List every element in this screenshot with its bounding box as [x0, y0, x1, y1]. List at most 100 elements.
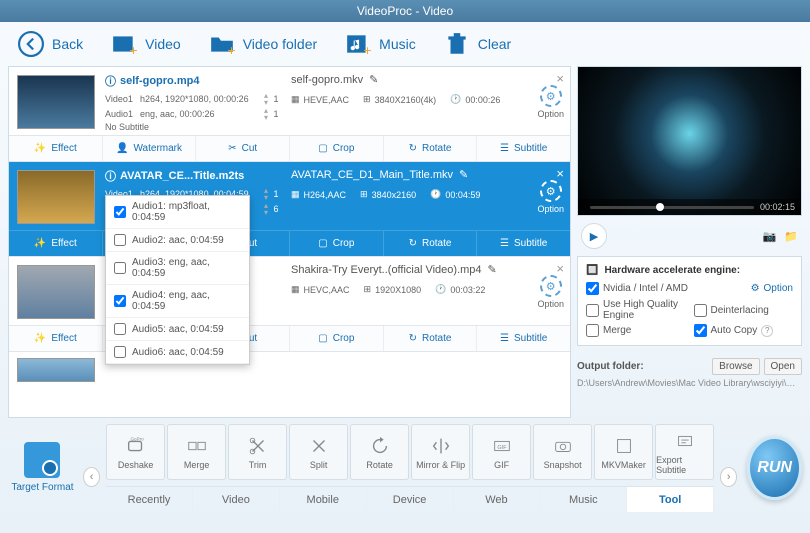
app-title: VideoProc - Video: [357, 4, 453, 18]
effect-button[interactable]: ✨Effect: [9, 136, 103, 161]
target-format-icon: [24, 442, 60, 478]
output-name: self-gopro.mkv: [291, 74, 363, 86]
stepper[interactable]: ▴▾: [261, 187, 271, 201]
rotate-button[interactable]: ↻Rotate: [384, 231, 478, 256]
crop-button[interactable]: ▢Crop: [290, 136, 384, 161]
crop-button[interactable]: ▢Crop: [290, 326, 384, 351]
run-button[interactable]: RUN: [747, 436, 802, 500]
rotate-button[interactable]: ↻Rotate: [384, 136, 478, 161]
preview-image: [578, 67, 801, 215]
play-button[interactable]: ▶: [581, 223, 607, 249]
codec-icon: ▦: [291, 94, 300, 105]
tool-rotate[interactable]: Rotate: [350, 424, 409, 480]
hardware-panel: 🔲Hardware accelerate engine: Nvidia / In…: [577, 256, 802, 346]
add-music-button[interactable]: + Music: [345, 31, 416, 57]
tool-export-subtitle[interactable]: Export Subtitle: [655, 424, 714, 480]
dropdown-item[interactable]: Audio5: aac, 0:04:59: [106, 318, 249, 341]
tab-music[interactable]: Music: [540, 487, 627, 512]
help-icon[interactable]: ?: [761, 325, 773, 337]
crop-button[interactable]: ▢Crop: [290, 231, 384, 256]
hw-option-button[interactable]: ⚙ Option: [751, 283, 793, 294]
tab-web[interactable]: Web: [454, 487, 541, 512]
camera-icon[interactable]: 📷: [763, 230, 777, 243]
merge-checkbox[interactable]: Merge: [586, 324, 686, 337]
add-video-button[interactable]: + Video: [111, 31, 181, 57]
gear-icon: ⚙: [540, 275, 562, 297]
hq-checkbox[interactable]: Use High Quality Engine: [586, 299, 686, 321]
cut-button[interactable]: ✂Cut: [196, 136, 290, 161]
stepper[interactable]: ▴▾: [261, 92, 271, 106]
add-folder-button[interactable]: + Video folder: [209, 31, 317, 57]
output-folder-label: Output folder:: [577, 361, 644, 372]
target-format[interactable]: Target Format: [8, 420, 77, 493]
thumbnail: [17, 170, 95, 224]
trash-icon: [444, 31, 470, 57]
seek-bar[interactable]: [590, 206, 754, 209]
tab-recently[interactable]: Recently: [106, 487, 193, 512]
tool-deshake[interactable]: GoProDeshake: [106, 424, 165, 480]
title-bar: VideoProc - Video: [0, 0, 810, 22]
list-item-selected[interactable]: × ⓘAVATAR_CE...Title.m2ts Video1h264, 19…: [9, 162, 570, 257]
dropdown-item[interactable]: Audio4: eng, aac, 0:04:59: [106, 285, 249, 318]
open-button[interactable]: Open: [764, 358, 802, 375]
deinterlace-checkbox[interactable]: Deinterlacing: [694, 299, 794, 321]
rotate-button[interactable]: ↻Rotate: [384, 326, 478, 351]
toolbar: Back + Video + Video folder + Music Clea…: [0, 22, 810, 66]
prev-button[interactable]: ‹: [83, 467, 100, 487]
subtitle-button[interactable]: ☰Subtitle: [477, 326, 570, 351]
stepper[interactable]: ▴▾: [261, 107, 271, 121]
autocopy-checkbox[interactable]: Auto Copy ?: [694, 324, 794, 337]
music-icon: +: [345, 31, 371, 57]
resolution-icon: ⊞: [363, 94, 371, 105]
codec-option[interactable]: ⚙Option: [537, 180, 564, 214]
source-name: self-gopro.mp4: [120, 75, 199, 87]
tool-mirror[interactable]: Mirror & Flip: [411, 424, 470, 480]
tool-snapshot[interactable]: Snapshot: [533, 424, 592, 480]
codec-option[interactable]: ⚙Option: [537, 275, 564, 309]
tab-device[interactable]: Device: [367, 487, 454, 512]
svg-text:+: +: [130, 42, 138, 57]
svg-text:GIF: GIF: [497, 444, 507, 450]
subtitle-button[interactable]: ☰Subtitle: [477, 136, 570, 161]
dropdown-item[interactable]: Audio1: mp3float, 0:04:59: [106, 196, 249, 229]
edit-icon[interactable]: ✎: [369, 73, 378, 86]
category-tabs: Recently Video Mobile Device Web Music T…: [106, 486, 714, 512]
effect-button[interactable]: ✨Effect: [9, 231, 103, 256]
list-item[interactable]: × ⓘself-gopro.mp4 Video1h264, 1920*1080,…: [9, 67, 570, 162]
back-button[interactable]: Back: [18, 31, 83, 57]
tool-mkvmaker[interactable]: MKVMaker: [594, 424, 653, 480]
folder-icon: +: [209, 31, 235, 57]
toolbox-row: GoProDeshake Merge Trim Split Rotate Mir…: [106, 420, 714, 482]
chip-icon: 🔲: [586, 265, 598, 276]
watermark-button[interactable]: 👤Watermark: [103, 136, 197, 161]
tool-merge[interactable]: Merge: [167, 424, 226, 480]
tab-video[interactable]: Video: [193, 487, 280, 512]
dropdown-item[interactable]: Audio6: aac, 0:04:59: [106, 341, 249, 364]
clear-button[interactable]: Clear: [444, 31, 511, 57]
output-name: Shakira-Try Everyt..(official Video).mp4: [291, 264, 482, 276]
audio-dropdown[interactable]: Audio1: mp3float, 0:04:59 Audio2: aac, 0…: [105, 195, 250, 365]
edit-icon[interactable]: ✎: [459, 168, 468, 181]
list-item[interactable]: × Shakira-Try Everyt..(official Video).m…: [9, 257, 570, 352]
vendor-checkbox[interactable]: Nvidia / Intel / AMD: [586, 282, 688, 295]
folder-icon[interactable]: 📁: [784, 230, 798, 243]
tab-mobile[interactable]: Mobile: [280, 487, 367, 512]
tool-trim[interactable]: Trim: [228, 424, 287, 480]
tool-gif[interactable]: GIFGIF: [472, 424, 531, 480]
info-icon: ⓘ: [105, 168, 116, 184]
dropdown-item[interactable]: Audio3: eng, aac, 0:04:59: [106, 252, 249, 285]
browse-button[interactable]: Browse: [712, 358, 759, 375]
thumbnail: [17, 358, 95, 382]
edit-icon[interactable]: ✎: [488, 263, 497, 276]
next-button[interactable]: ›: [720, 467, 737, 487]
stepper[interactable]: ▴▾: [261, 202, 271, 216]
gear-icon: ⚙: [540, 180, 562, 202]
tool-split[interactable]: Split: [289, 424, 348, 480]
dropdown-item[interactable]: Audio2: aac, 0:04:59: [106, 229, 249, 252]
svg-text:GoPro: GoPro: [130, 436, 144, 441]
subtitle-button[interactable]: ☰Subtitle: [477, 231, 570, 256]
effect-button[interactable]: ✨Effect: [9, 326, 103, 351]
output-path: D:\Users\Andrew\Movies\Mac Video Library…: [577, 378, 802, 388]
tab-tool[interactable]: Tool: [627, 487, 714, 512]
codec-option[interactable]: ⚙Option: [537, 85, 564, 119]
